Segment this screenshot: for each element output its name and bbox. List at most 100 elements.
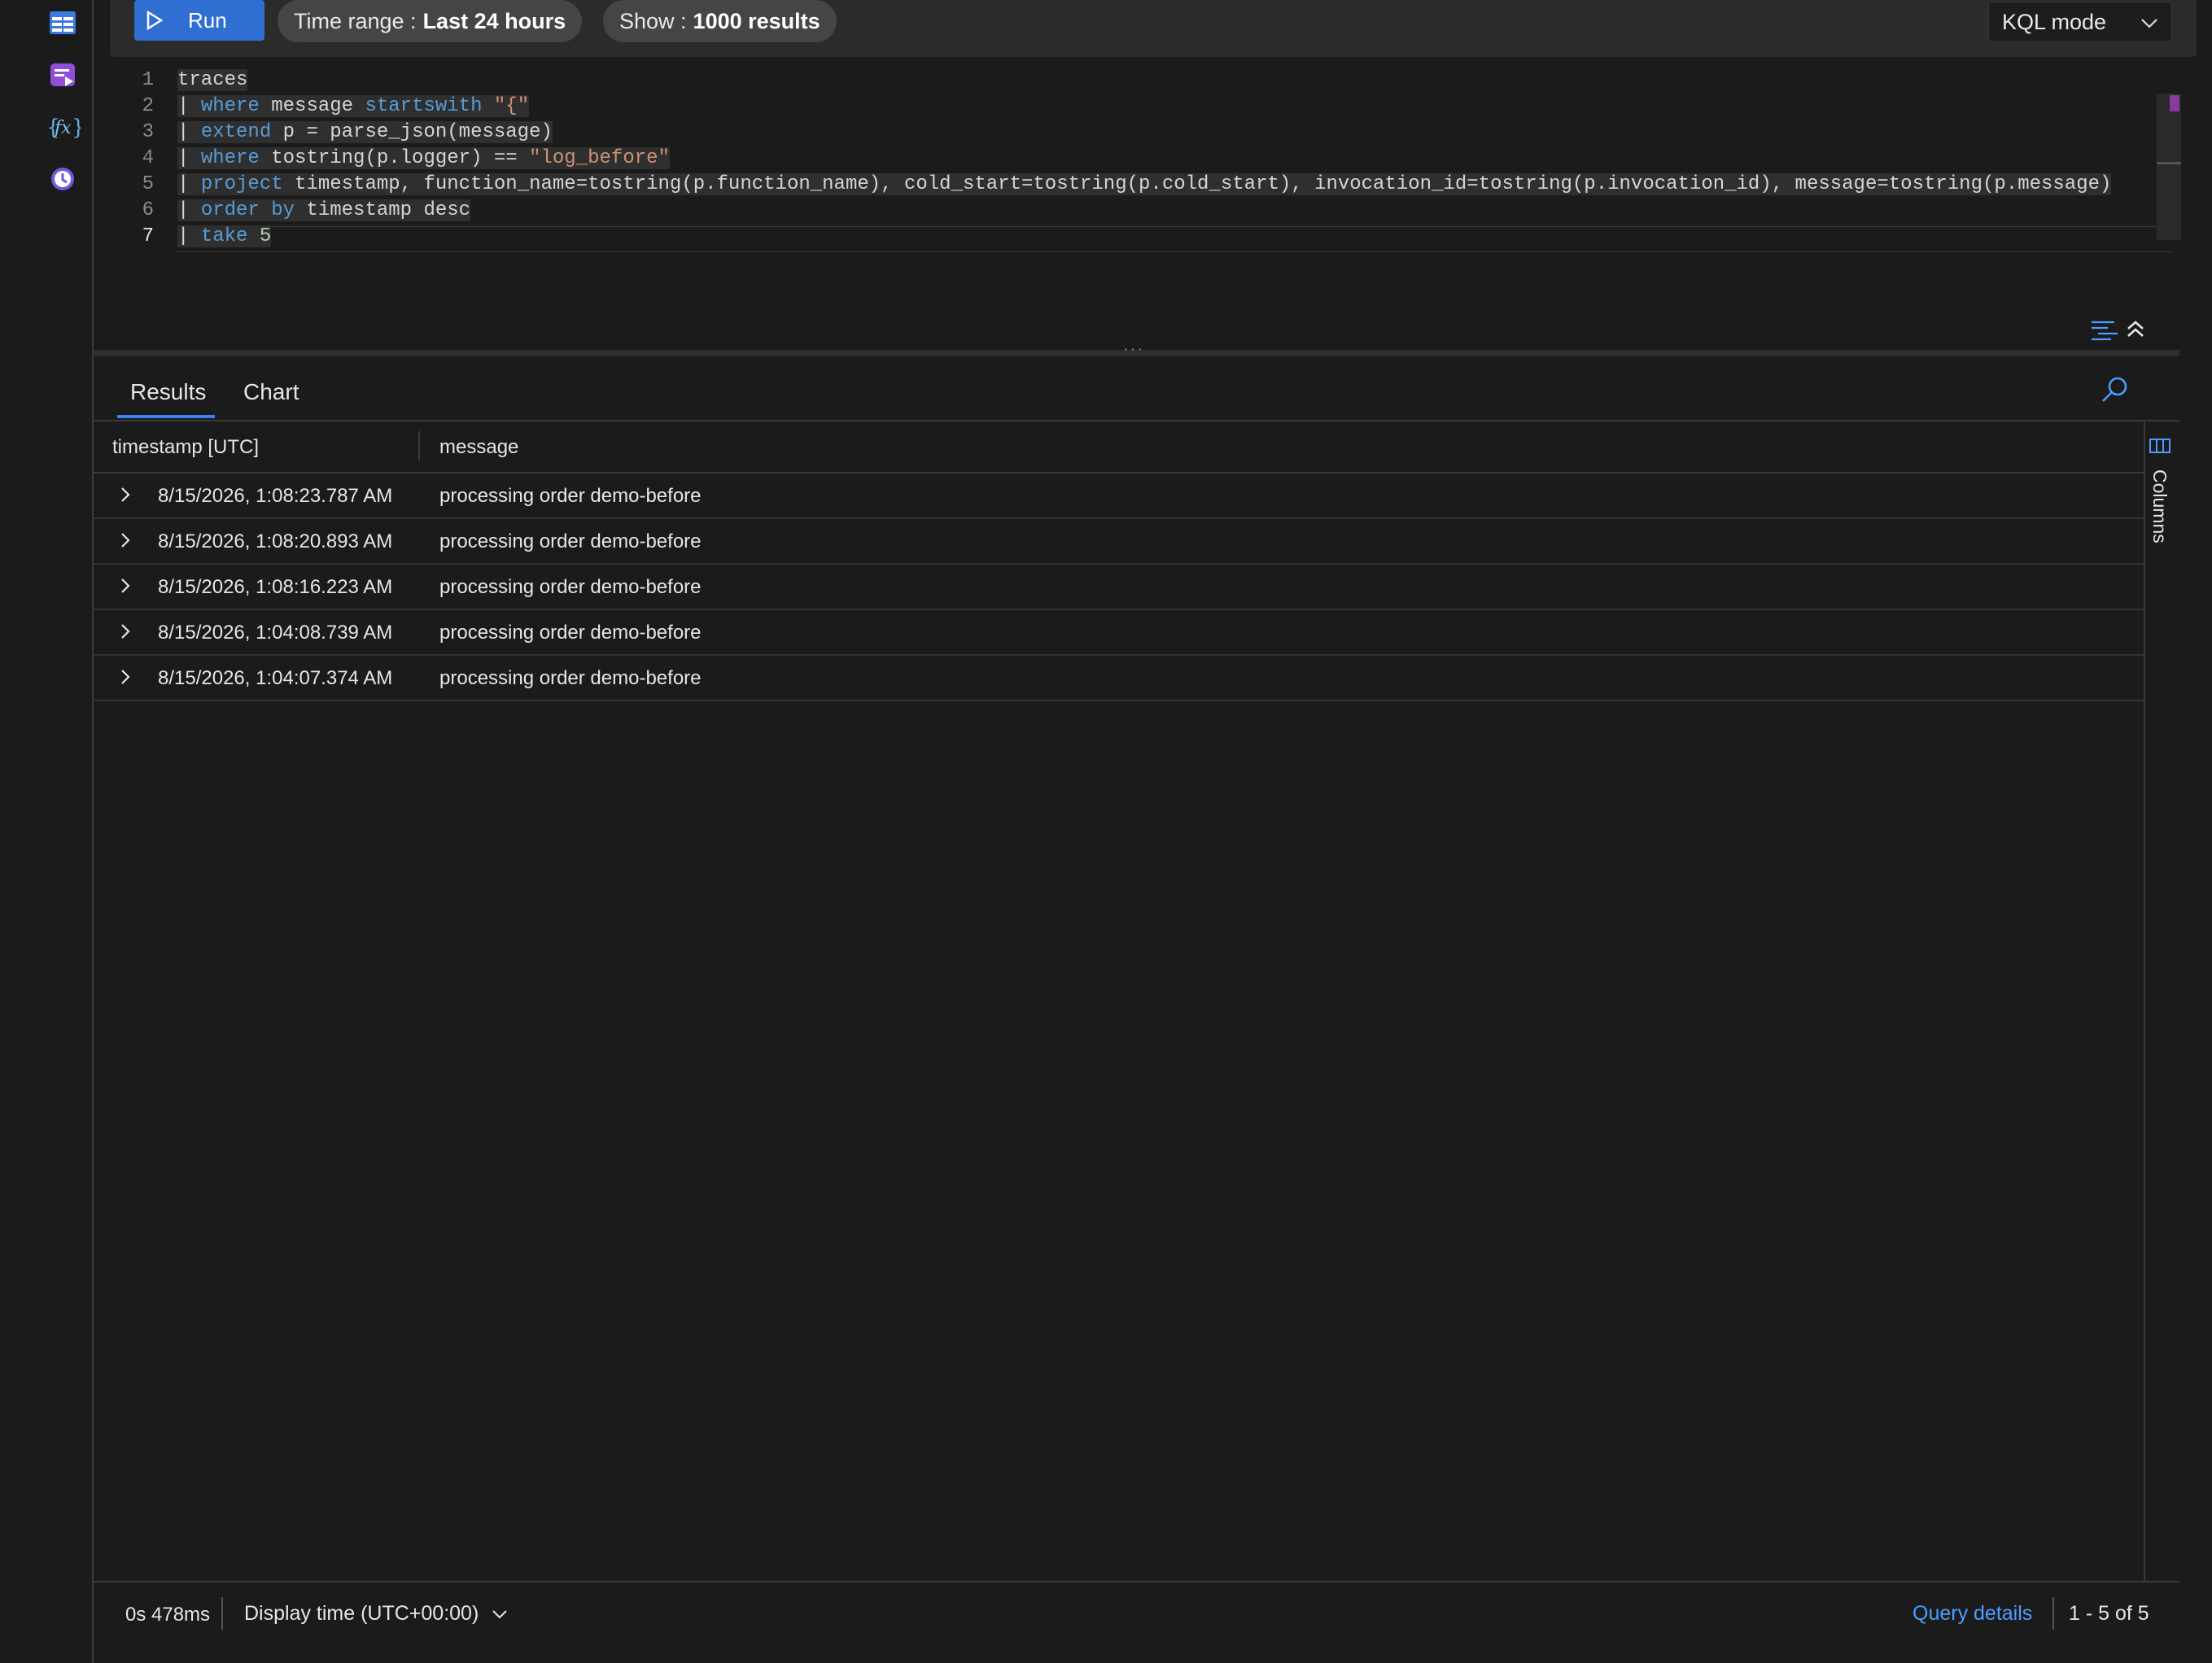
left-rail: {fx} bbox=[0, 0, 94, 1663]
code-keyword: extend bbox=[200, 121, 272, 143]
minimap-marker bbox=[2170, 95, 2179, 111]
chevron-right-icon[interactable] bbox=[117, 622, 133, 641]
cell-timestamp: 8/15/2026, 1:04:07.374 AM bbox=[158, 667, 393, 689]
code-pipe: | bbox=[177, 225, 201, 247]
history-icon[interactable] bbox=[45, 161, 81, 197]
code-string: "log_before" bbox=[529, 147, 670, 169]
code-pipe: | bbox=[177, 121, 201, 143]
tab-results[interactable]: Results bbox=[130, 379, 206, 405]
column-header-message[interactable]: message bbox=[439, 436, 518, 459]
active-tab-indicator bbox=[117, 415, 215, 418]
run-label: Run bbox=[188, 7, 227, 33]
drag-handle-icon[interactable]: ··· bbox=[1123, 340, 1144, 359]
cell-message: processing order demo-before bbox=[439, 485, 702, 507]
mode-label: KQL mode bbox=[2002, 9, 2107, 34]
chevron-right-icon[interactable] bbox=[117, 530, 133, 550]
cell-timestamp: 8/15/2026, 1:04:08.739 AM bbox=[158, 622, 393, 644]
line-number: 4 bbox=[142, 147, 154, 169]
code-line-4: | where tostring(p.logger) == "log_befor… bbox=[177, 147, 670, 169]
results-grid: timestamp [UTC] message 8/15/2026, 1:08:… bbox=[93, 421, 2144, 701]
code-line-1: traces bbox=[177, 69, 248, 91]
code-number: 5 bbox=[259, 225, 272, 247]
search-icon[interactable] bbox=[2098, 374, 2131, 407]
line-number: 5 bbox=[142, 173, 154, 195]
cell-timestamp: 8/15/2026, 1:08:20.893 AM bbox=[158, 530, 393, 552]
code-keyword: where bbox=[200, 95, 260, 117]
code-text: message bbox=[259, 95, 365, 117]
code-line-5: | project timestamp, function_name=tostr… bbox=[177, 173, 2112, 195]
chevron-down-icon bbox=[492, 1609, 508, 1619]
cell-message: processing order demo-before bbox=[439, 667, 702, 689]
mode-dropdown[interactable]: KQL mode bbox=[1988, 2, 2172, 42]
time-range-value: Last 24 hours bbox=[422, 8, 566, 33]
line-number: 2 bbox=[142, 95, 154, 117]
code-line-6: | order by timestamp desc bbox=[177, 199, 471, 221]
line-number: 3 bbox=[142, 121, 154, 143]
line-number: 1 bbox=[142, 69, 154, 91]
code-keyword: order by bbox=[200, 199, 295, 221]
format-query-icon[interactable] bbox=[2090, 317, 2121, 342]
query-duration: 0s 478ms bbox=[125, 1604, 211, 1626]
table-row[interactable]: 8/15/2026, 1:08:20.893 AM processing ord… bbox=[93, 519, 2144, 565]
time-range-picker[interactable]: Time range : Last 24 hours bbox=[278, 0, 583, 42]
show-results-picker[interactable]: Show : 1000 results bbox=[603, 0, 837, 42]
code-string: "{" bbox=[493, 95, 530, 117]
cell-message: processing order demo-before bbox=[439, 576, 702, 598]
results-tabs: Results Chart bbox=[93, 366, 2179, 421]
time-range-label: Time range : bbox=[294, 8, 417, 33]
code-text: traces bbox=[177, 69, 248, 91]
divider bbox=[2052, 1597, 2054, 1630]
cell-timestamp: 8/15/2026, 1:08:23.787 AM bbox=[158, 485, 393, 507]
code-pipe: | bbox=[177, 95, 201, 117]
grid-header: timestamp [UTC] message bbox=[93, 421, 2144, 474]
chevron-right-icon[interactable] bbox=[117, 485, 133, 504]
table-row[interactable]: 8/15/2026, 1:08:23.787 AM processing ord… bbox=[93, 474, 2144, 519]
minimap-viewport bbox=[2157, 162, 2181, 164]
query-toolbar: Run Time range : Last 24 hours Show : 10… bbox=[110, 0, 2197, 57]
queries-icon[interactable] bbox=[45, 57, 81, 93]
collapse-editor-icon[interactable] bbox=[2124, 317, 2147, 342]
code-pipe: | bbox=[177, 147, 201, 169]
editor-scrollbar[interactable] bbox=[2157, 94, 2181, 240]
run-button[interactable]: Run bbox=[134, 0, 264, 41]
cell-timestamp: 8/15/2026, 1:08:16.223 AM bbox=[158, 576, 393, 598]
table-row[interactable]: 8/15/2026, 1:04:07.374 AM processing ord… bbox=[93, 656, 2144, 701]
code-pipe: | bbox=[177, 199, 201, 221]
functions-icon[interactable]: {fx} bbox=[45, 109, 81, 145]
code-keyword: startswith bbox=[365, 95, 483, 117]
column-header-timestamp[interactable]: timestamp [UTC] bbox=[112, 436, 259, 459]
columns-icon bbox=[2149, 439, 2170, 453]
query-editor[interactable]: 1 2 3 4 5 6 7 traces | where message sta… bbox=[93, 61, 2181, 350]
code-text: tostring(p.logger) == bbox=[259, 147, 530, 169]
cell-message: processing order demo-before bbox=[439, 530, 702, 552]
cell-message: processing order demo-before bbox=[439, 622, 702, 644]
display-time-dropdown[interactable]: Display time (UTC+00:00) bbox=[244, 1602, 509, 1626]
current-line-highlight bbox=[177, 226, 2173, 252]
tab-chart[interactable]: Chart bbox=[243, 379, 299, 405]
query-details-link[interactable]: Query details bbox=[1913, 1602, 2032, 1626]
chevron-right-icon[interactable] bbox=[117, 576, 133, 596]
table-row[interactable]: 8/15/2026, 1:08:16.223 AM processing ord… bbox=[93, 565, 2144, 610]
chevron-down-icon bbox=[2141, 19, 2157, 28]
show-label: Show : bbox=[619, 8, 687, 33]
code-line-3: | extend p = parse_json(message) bbox=[177, 121, 553, 143]
code-text: timestamp, function_name=tostring(p.func… bbox=[282, 173, 2112, 195]
columns-panel-toggle[interactable]: Columns bbox=[2149, 436, 2178, 543]
play-icon bbox=[146, 11, 164, 30]
code-text: p = parse_json(message) bbox=[271, 121, 553, 143]
column-resize-handle[interactable] bbox=[418, 431, 420, 460]
pane-splitter[interactable]: ··· bbox=[93, 340, 2179, 358]
code-keyword: project bbox=[200, 173, 283, 195]
tables-icon[interactable] bbox=[45, 5, 81, 41]
grid-right-divider bbox=[2144, 421, 2145, 1581]
svg-text:fx: fx bbox=[53, 118, 72, 138]
svg-text:}: } bbox=[72, 116, 81, 140]
code-keyword: where bbox=[200, 147, 260, 169]
pagination-info: 1 - 5 of 5 bbox=[2069, 1602, 2149, 1625]
chevron-right-icon[interactable] bbox=[117, 667, 133, 687]
display-time-label: Display time (UTC+00:00) bbox=[244, 1602, 479, 1625]
divider bbox=[221, 1597, 223, 1630]
table-row[interactable]: 8/15/2026, 1:04:08.739 AM processing ord… bbox=[93, 610, 2144, 656]
